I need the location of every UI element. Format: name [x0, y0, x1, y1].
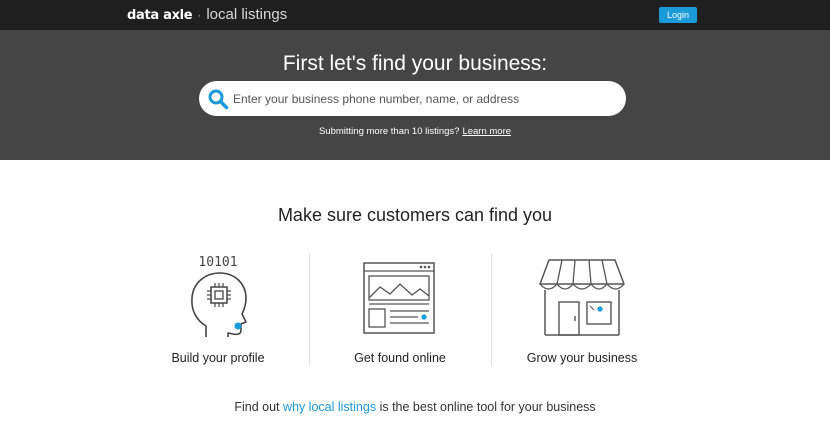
storefront-icon	[539, 259, 625, 336]
why-local-listings-link[interactable]: why local listings	[283, 400, 376, 414]
ai-head-chip-icon: 10101	[191, 255, 247, 337]
feature-divider	[491, 254, 492, 366]
brand-product: local listings	[206, 6, 288, 23]
hero-title: First let's find your business:	[282, 52, 548, 75]
brand-name: data axle	[127, 8, 193, 23]
bulk-listings-note: Submitting more than 10 listings? Learn m…	[0, 126, 830, 137]
brand-separator: ·	[197, 8, 202, 22]
feature-label-grow-business: Grow your business	[526, 351, 638, 365]
learn-more-link[interactable]: Learn more	[462, 126, 511, 137]
feature-divider	[309, 254, 310, 366]
footer-suffix: is the best online tool for your busines…	[379, 400, 596, 414]
footer-prefix: Find out	[234, 400, 280, 414]
feature-build-profile: 10101	[178, 252, 258, 338]
search-icon[interactable]	[207, 88, 229, 110]
binary-text: 10101	[198, 255, 237, 270]
browser-window-icon	[363, 262, 435, 334]
business-search-input[interactable]	[233, 86, 613, 111]
feature-get-found	[360, 260, 438, 336]
feature-label-get-found: Get found online	[354, 351, 446, 365]
search-box[interactable]	[199, 81, 626, 116]
login-button[interactable]: Login	[659, 7, 697, 23]
brand-logo[interactable]: data axle · local listings	[127, 6, 287, 23]
top-navigation-bar: data axle · local listings Login	[0, 0, 830, 30]
section-title: Make sure customers can find you	[277, 205, 553, 225]
feature-grow-business	[537, 258, 627, 338]
feature-label-build-profile: Build your profile	[171, 351, 265, 365]
bulk-listings-text: Submitting more than 10 listings?	[318, 126, 460, 137]
why-local-listings-line: Find out why local listings is the best …	[0, 400, 830, 414]
hero-section: First let's find your business: Submitti…	[0, 30, 830, 160]
